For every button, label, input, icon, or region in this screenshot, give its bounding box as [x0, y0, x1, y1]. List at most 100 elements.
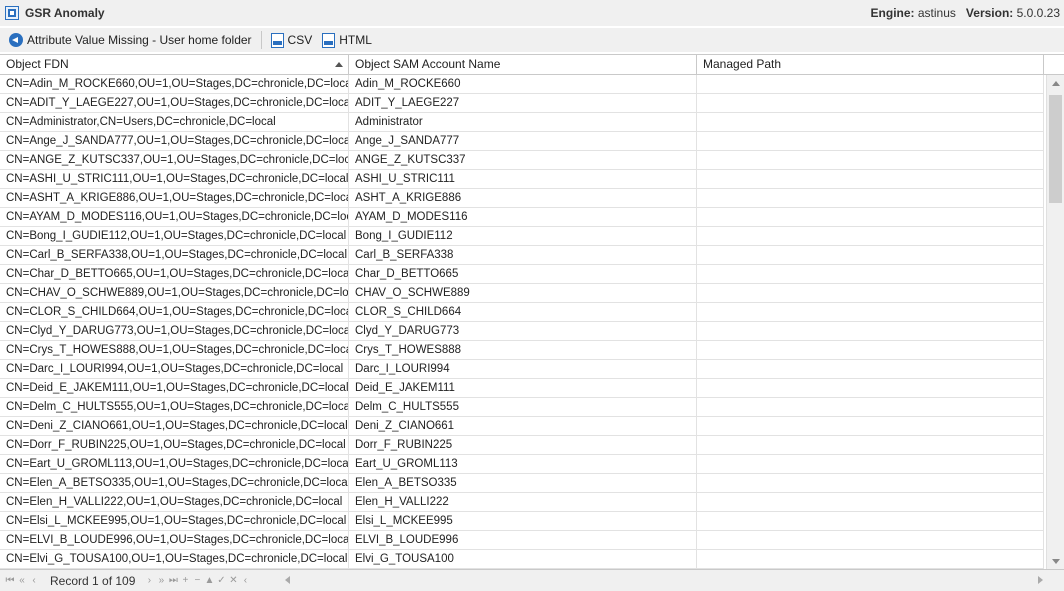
table-row[interactable]: CN=ELVI_B_LOUDE996,OU=1,OU=Stages,DC=chr… — [0, 531, 1044, 550]
cell-sam-account[interactable]: Elsi_L_MCKEE995 — [349, 512, 697, 530]
cell-sam-account[interactable]: Adin_M_ROCKE660 — [349, 75, 697, 93]
column-header-sam-account[interactable]: Object SAM Account Name — [349, 55, 697, 74]
cell-object-fdn[interactable]: CN=CHAV_O_SCHWE889,OU=1,OU=Stages,DC=chr… — [0, 284, 349, 302]
table-row[interactable]: CN=Dorr_F_RUBIN225,OU=1,OU=Stages,DC=chr… — [0, 436, 1044, 455]
table-row[interactable]: CN=Elsi_L_MCKEE995,OU=1,OU=Stages,DC=chr… — [0, 512, 1044, 531]
cell-sam-account[interactable]: Delm_C_HULTS555 — [349, 398, 697, 416]
html-export-button[interactable]: HTML — [319, 29, 375, 51]
cell-sam-account[interactable]: Elen_H_VALLI222 — [349, 493, 697, 511]
table-row[interactable]: CN=CLOR_S_CHILD664,OU=1,OU=Stages,DC=chr… — [0, 303, 1044, 322]
cell-sam-account[interactable]: Eart_U_GROML113 — [349, 455, 697, 473]
first-record-button[interactable]: ⏮ — [4, 575, 16, 586]
cell-sam-account[interactable]: ADIT_Y_LAEGE227 — [349, 94, 697, 112]
table-row[interactable]: CN=Elvi_G_TOUSA100,OU=1,OU=Stages,DC=chr… — [0, 550, 1044, 569]
next-record-button[interactable]: › — [143, 575, 155, 586]
table-row[interactable]: CN=Adin_M_ROCKE660,OU=1,OU=Stages,DC=chr… — [0, 75, 1044, 94]
cell-object-fdn[interactable]: CN=Deid_E_JAKEM111,OU=1,OU=Stages,DC=chr… — [0, 379, 349, 397]
table-row[interactable]: CN=CHAV_O_SCHWE889,OU=1,OU=Stages,DC=chr… — [0, 284, 1044, 303]
cell-sam-account[interactable]: Clyd_Y_DARUG773 — [349, 322, 697, 340]
table-row[interactable]: CN=Crys_T_HOWES888,OU=1,OU=Stages,DC=chr… — [0, 341, 1044, 360]
cell-sam-account[interactable]: Crys_T_HOWES888 — [349, 341, 697, 359]
cell-managed-path[interactable] — [697, 417, 1044, 435]
cell-sam-account[interactable]: ELVI_B_LOUDE996 — [349, 531, 697, 549]
cell-object-fdn[interactable]: CN=ASHI_U_STRIC111,OU=1,OU=Stages,DC=chr… — [0, 170, 349, 188]
cell-sam-account[interactable]: Deni_Z_CIANO661 — [349, 417, 697, 435]
cell-object-fdn[interactable]: CN=Deni_Z_CIANO661,OU=1,OU=Stages,DC=chr… — [0, 417, 349, 435]
cell-object-fdn[interactable]: CN=Dorr_F_RUBIN225,OU=1,OU=Stages,DC=chr… — [0, 436, 349, 454]
cell-object-fdn[interactable]: CN=ELVI_B_LOUDE996,OU=1,OU=Stages,DC=chr… — [0, 531, 349, 549]
table-row[interactable]: CN=Ange_J_SANDA777,OU=1,OU=Stages,DC=chr… — [0, 132, 1044, 151]
table-row[interactable]: CN=AYAM_D_MODES116,OU=1,OU=Stages,DC=chr… — [0, 208, 1044, 227]
cell-managed-path[interactable] — [697, 132, 1044, 150]
cell-sam-account[interactable]: Elvi_G_TOUSA100 — [349, 550, 697, 568]
cell-object-fdn[interactable]: CN=Eart_U_GROML113,OU=1,OU=Stages,DC=chr… — [0, 455, 349, 473]
cell-managed-path[interactable] — [697, 398, 1044, 416]
cell-object-fdn[interactable]: CN=Elvi_G_TOUSA100,OU=1,OU=Stages,DC=chr… — [0, 550, 349, 568]
cell-sam-account[interactable]: Deid_E_JAKEM111 — [349, 379, 697, 397]
table-row[interactable]: CN=Eart_U_GROML113,OU=1,OU=Stages,DC=chr… — [0, 455, 1044, 474]
cell-managed-path[interactable] — [697, 550, 1044, 568]
cell-managed-path[interactable] — [697, 436, 1044, 454]
cell-managed-path[interactable] — [697, 341, 1044, 359]
cancel-edit-button[interactable]: ✕ — [227, 575, 239, 586]
next-page-button[interactable]: » — [155, 575, 167, 586]
table-row[interactable]: CN=Deni_Z_CIANO661,OU=1,OU=Stages,DC=chr… — [0, 417, 1044, 436]
cell-object-fdn[interactable]: CN=Administrator,CN=Users,DC=chronicle,D… — [0, 113, 349, 131]
cell-object-fdn[interactable]: CN=CLOR_S_CHILD664,OU=1,OU=Stages,DC=chr… — [0, 303, 349, 321]
cell-object-fdn[interactable]: CN=Char_D_BETTO665,OU=1,OU=Stages,DC=chr… — [0, 265, 349, 283]
table-row[interactable]: CN=ASHT_A_KRIGE886,OU=1,OU=Stages,DC=chr… — [0, 189, 1044, 208]
table-row[interactable]: CN=Elen_H_VALLI222,OU=1,OU=Stages,DC=chr… — [0, 493, 1044, 512]
cell-object-fdn[interactable]: CN=Darc_I_LOURI994,OU=1,OU=Stages,DC=chr… — [0, 360, 349, 378]
table-row[interactable]: CN=Deid_E_JAKEM111,OU=1,OU=Stages,DC=chr… — [0, 379, 1044, 398]
table-row[interactable]: CN=Char_D_BETTO665,OU=1,OU=Stages,DC=chr… — [0, 265, 1044, 284]
scroll-left-icon[interactable] — [285, 576, 290, 584]
cell-object-fdn[interactable]: CN=Elsi_L_MCKEE995,OU=1,OU=Stages,DC=chr… — [0, 512, 349, 530]
edit-button[interactable]: ▲ — [203, 575, 215, 586]
cell-object-fdn[interactable]: CN=Crys_T_HOWES888,OU=1,OU=Stages,DC=chr… — [0, 341, 349, 359]
table-row[interactable]: CN=ASHI_U_STRIC111,OU=1,OU=Stages,DC=chr… — [0, 170, 1044, 189]
cell-sam-account[interactable]: Darc_I_LOURI994 — [349, 360, 697, 378]
cell-managed-path[interactable] — [697, 246, 1044, 264]
column-header-object-fdn[interactable]: Object FDN — [0, 55, 349, 74]
cell-object-fdn[interactable]: CN=Elen_H_VALLI222,OU=1,OU=Stages,DC=chr… — [0, 493, 349, 511]
table-row[interactable]: CN=Administrator,CN=Users,DC=chronicle,D… — [0, 113, 1044, 132]
append-button[interactable]: + — [179, 575, 191, 586]
scroll-thumb[interactable] — [1049, 95, 1062, 203]
cell-managed-path[interactable] — [697, 455, 1044, 473]
cell-sam-account[interactable]: ANGE_Z_KUTSC337 — [349, 151, 697, 169]
cell-managed-path[interactable] — [697, 531, 1044, 549]
cell-managed-path[interactable] — [697, 493, 1044, 511]
cell-object-fdn[interactable]: CN=Bong_I_GUDIE112,OU=1,OU=Stages,DC=chr… — [0, 227, 349, 245]
cell-object-fdn[interactable]: CN=Clyd_Y_DARUG773,OU=1,OU=Stages,DC=chr… — [0, 322, 349, 340]
cell-object-fdn[interactable]: CN=AYAM_D_MODES116,OU=1,OU=Stages,DC=chr… — [0, 208, 349, 226]
horizontal-scrollbar[interactable] — [283, 573, 1045, 587]
table-row[interactable]: CN=ADIT_Y_LAEGE227,OU=1,OU=Stages,DC=chr… — [0, 94, 1044, 113]
cell-managed-path[interactable] — [697, 227, 1044, 245]
table-row[interactable]: CN=Carl_B_SERFA338,OU=1,OU=Stages,DC=chr… — [0, 246, 1044, 265]
back-button[interactable]: Attribute Value Missing - User home fold… — [0, 29, 255, 51]
scroll-right-icon[interactable] — [1038, 576, 1043, 584]
cell-managed-path[interactable] — [697, 512, 1044, 530]
table-row[interactable]: CN=Delm_C_HULTS555,OU=1,OU=Stages,DC=chr… — [0, 398, 1044, 417]
cell-object-fdn[interactable]: CN=Delm_C_HULTS555,OU=1,OU=Stages,DC=chr… — [0, 398, 349, 416]
cell-managed-path[interactable] — [697, 360, 1044, 378]
cell-sam-account[interactable]: Elen_A_BETSO335 — [349, 474, 697, 492]
cell-managed-path[interactable] — [697, 208, 1044, 226]
cell-managed-path[interactable] — [697, 113, 1044, 131]
scroll-up-icon[interactable] — [1052, 81, 1060, 86]
cell-object-fdn[interactable]: CN=Elen_A_BETSO335,OU=1,OU=Stages,DC=chr… — [0, 474, 349, 492]
cell-managed-path[interactable] — [697, 379, 1044, 397]
prev-page-button[interactable]: « — [16, 575, 28, 586]
filter-button[interactable]: ‹ — [239, 575, 251, 586]
cell-managed-path[interactable] — [697, 75, 1044, 93]
table-row[interactable]: CN=ANGE_Z_KUTSC337,OU=1,OU=Stages,DC=chr… — [0, 151, 1044, 170]
cell-managed-path[interactable] — [697, 265, 1044, 283]
cell-managed-path[interactable] — [697, 474, 1044, 492]
cell-object-fdn[interactable]: CN=ANGE_Z_KUTSC337,OU=1,OU=Stages,DC=chr… — [0, 151, 349, 169]
prev-record-button[interactable]: ‹ — [28, 575, 40, 586]
delete-button[interactable]: − — [191, 575, 203, 586]
cell-object-fdn[interactable]: CN=Ange_J_SANDA777,OU=1,OU=Stages,DC=chr… — [0, 132, 349, 150]
table-row[interactable]: CN=Darc_I_LOURI994,OU=1,OU=Stages,DC=chr… — [0, 360, 1044, 379]
vertical-scrollbar[interactable] — [1046, 75, 1064, 569]
cell-sam-account[interactable]: CLOR_S_CHILD664 — [349, 303, 697, 321]
